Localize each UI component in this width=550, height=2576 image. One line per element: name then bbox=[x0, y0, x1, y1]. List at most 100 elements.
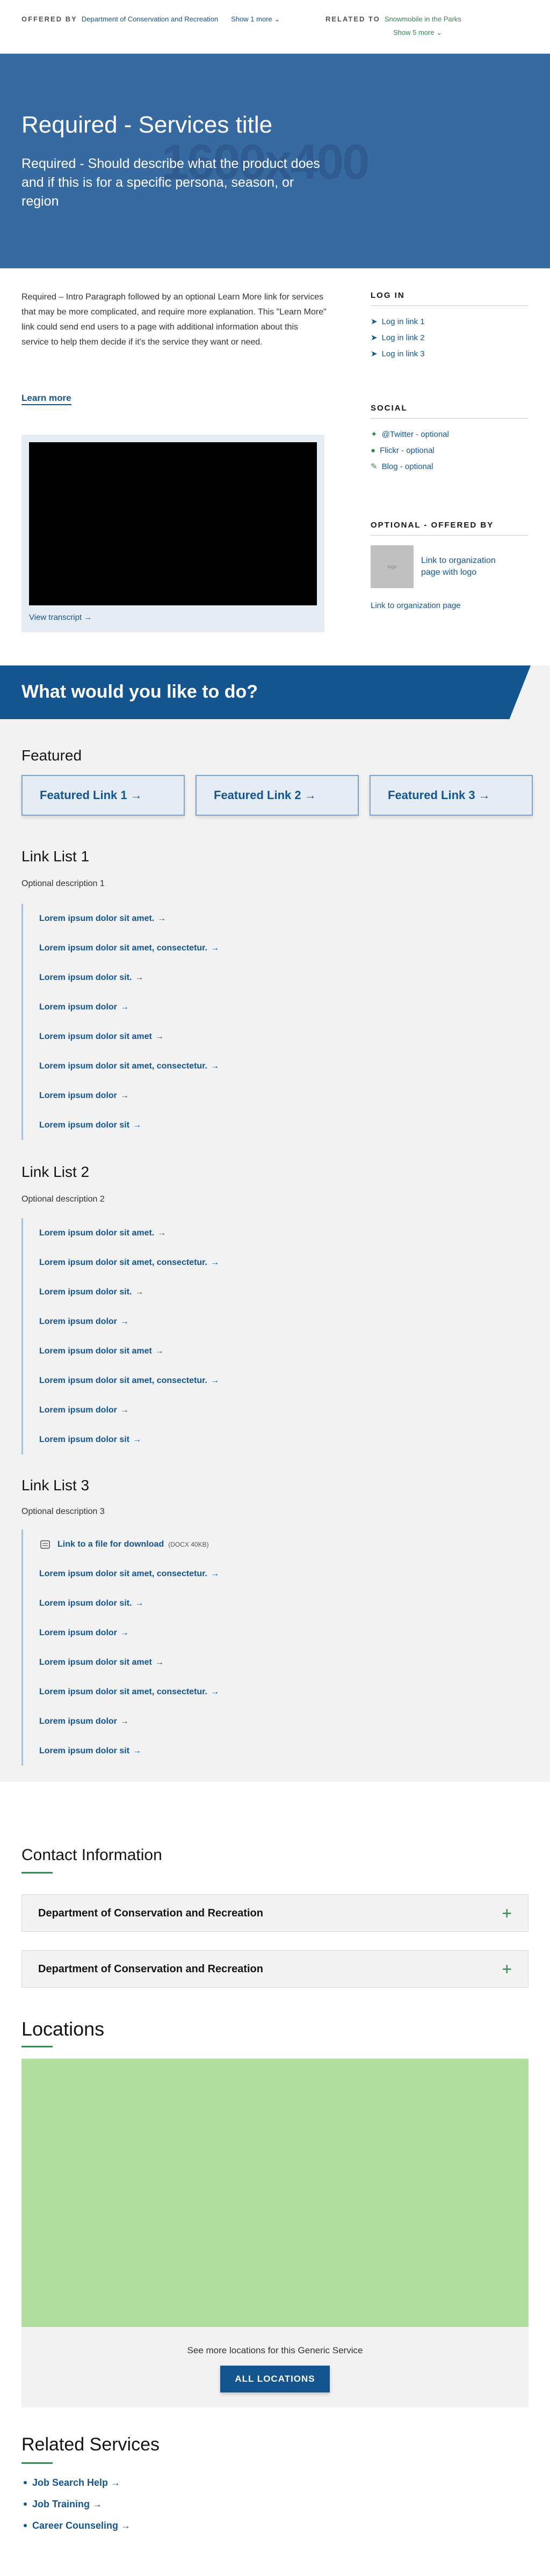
file-download-link[interactable]: Link to a file for download (DOCX 40KB) bbox=[39, 1529, 219, 1559]
link-list-3: Link to a file for download (DOCX 40KB) … bbox=[21, 1529, 219, 1766]
contact-accordion-1[interactable]: Department of Conservation and Recreatio… bbox=[21, 1894, 529, 1932]
org-link[interactable]: Link to organization page with logo bbox=[421, 555, 507, 579]
offered-by-link[interactable]: Department of Conservation and Recreatio… bbox=[82, 15, 218, 23]
file-download-label: Link to a file for download bbox=[57, 1539, 164, 1549]
all-locations-button[interactable]: ALL LOCATIONS bbox=[220, 2366, 330, 2392]
list-item[interactable]: Lorem ipsum dolor sit amet → bbox=[39, 1022, 219, 1051]
related-item-label: Career Counseling bbox=[32, 2520, 119, 2531]
arrow-right-icon: → bbox=[210, 1061, 219, 1071]
arrow-right-icon: → bbox=[210, 1687, 219, 1696]
blog-link[interactable]: ✎ Blog - optional bbox=[371, 458, 529, 474]
login-link-3[interactable]: ➤ Log in link 3 bbox=[371, 346, 529, 362]
flickr-link[interactable]: ● Flickr - optional bbox=[371, 442, 529, 458]
arrow-right-icon: → bbox=[210, 943, 219, 953]
list-item[interactable]: Lorem ipsum dolor sit → bbox=[39, 1110, 219, 1140]
offered-heading: OPTIONAL - OFFERED BY bbox=[371, 521, 529, 536]
list-item[interactable]: Lorem ipsum dolor sit → bbox=[39, 1736, 219, 1766]
twitter-link[interactable]: ✦ @Twitter - optional bbox=[371, 426, 529, 442]
arrow-right-icon: → bbox=[120, 1716, 129, 1726]
arrow-right-icon: → bbox=[130, 788, 142, 802]
list-item[interactable]: Lorem ipsum dolor sit amet, consectetur.… bbox=[39, 1559, 219, 1589]
link-list-1: Lorem ipsum dolor sit amet. → Lorem ipsum… bbox=[21, 904, 219, 1140]
arrow-right-icon: → bbox=[155, 1657, 164, 1667]
arrow-right-icon: → bbox=[84, 613, 92, 622]
arrow-right-icon: → bbox=[133, 1435, 142, 1444]
arrow-right-icon: → bbox=[133, 1746, 142, 1755]
list-item[interactable]: Lorem ipsum dolor → bbox=[39, 1307, 219, 1336]
chevron-down-icon: ⌄ bbox=[436, 28, 443, 36]
arrow-right-icon: → bbox=[120, 1091, 129, 1100]
link-list-3-title: Link List 3 bbox=[21, 1477, 90, 1494]
related-show-more[interactable]: Show 5 more ⌄ bbox=[393, 28, 442, 36]
related-item[interactable]: Job Training → bbox=[23, 2493, 131, 2515]
actions-heading: What would you like to do? bbox=[21, 682, 258, 702]
list-item[interactable]: Lorem ipsum dolor sit amet, consectetur.… bbox=[39, 1677, 219, 1707]
featured-heading: Featured bbox=[21, 747, 82, 764]
plus-icon: + bbox=[502, 1903, 512, 1923]
list-item[interactable]: Lorem ipsum dolor sit amet. → bbox=[39, 1218, 219, 1248]
login-heading: LOG IN bbox=[371, 291, 529, 306]
list-item[interactable]: Lorem ipsum dolor sit amet → bbox=[39, 1336, 219, 1366]
list-item[interactable]: Lorem ipsum dolor sit amet, consectetur.… bbox=[39, 933, 219, 963]
offered-by: OFFERED BY Department of Conservation an… bbox=[21, 15, 280, 24]
plus-icon: + bbox=[502, 1959, 512, 1979]
file-icon bbox=[40, 1540, 50, 1549]
arrow-right-icon: → bbox=[157, 1228, 167, 1238]
related-to-link[interactable]: Snowmobile in the Parks bbox=[385, 15, 461, 23]
video-player[interactable] bbox=[29, 442, 317, 605]
arrow-right-icon: → bbox=[120, 1628, 129, 1637]
view-transcript-label: View transcript bbox=[29, 613, 82, 622]
featured-link-2[interactable]: Featured Link 2 → bbox=[196, 775, 359, 816]
related-item[interactable]: Career Counseling → bbox=[23, 2515, 131, 2536]
list-item[interactable]: Lorem ipsum dolor sit amet → bbox=[39, 1648, 219, 1677]
related-item[interactable]: Job Search Help → bbox=[23, 2472, 131, 2493]
offered-show-more-label: Show 1 more bbox=[231, 15, 272, 23]
offered-show-more[interactable]: Show 1 more ⌄ bbox=[231, 15, 280, 24]
list-item[interactable]: Lorem ipsum dolor sit amet, consectetur.… bbox=[39, 1051, 219, 1081]
list-item[interactable]: Lorem ipsum dolor sit amet, consectetur.… bbox=[39, 1248, 219, 1277]
view-transcript-link[interactable]: View transcript → bbox=[29, 613, 92, 622]
related-heading: Related Services bbox=[21, 2434, 160, 2455]
list-item[interactable]: Lorem ipsum dolor sit → bbox=[39, 1425, 219, 1454]
list-item[interactable]: Lorem ipsum dolor → bbox=[39, 992, 219, 1022]
related-to-label: RELATED TO bbox=[325, 15, 380, 23]
login-link-1[interactable]: ➤ Log in link 1 bbox=[371, 313, 529, 330]
list-item[interactable]: Lorem ipsum dolor → bbox=[39, 1081, 219, 1110]
featured-link-1[interactable]: Featured Link 1 → bbox=[21, 775, 185, 816]
login-panel: LOG IN ➤ Log in link 1 ➤ Log in link 2 ➤ Lo… bbox=[371, 291, 529, 362]
list-item[interactable]: Lorem ipsum dolor sit amet, consectetur.… bbox=[39, 1366, 219, 1395]
list-item[interactable]: Lorem ipsum dolor → bbox=[39, 1618, 219, 1648]
list-item[interactable]: Lorem ipsum dolor sit amet. → bbox=[39, 904, 219, 933]
list-item[interactable]: Lorem ipsum dolor sit. → bbox=[39, 963, 219, 992]
arrow-right-icon: → bbox=[111, 2477, 121, 2488]
featured-links: Featured Link 1 → Featured Link 2 → Featur… bbox=[21, 775, 533, 816]
org-card[interactable]: logo Link to organization page with logo bbox=[371, 545, 529, 588]
contact-accordion-label: Department of Conservation and Recreatio… bbox=[38, 1963, 263, 1975]
twitter-icon: ✦ bbox=[371, 430, 378, 439]
link-list-1-title: Link List 1 bbox=[21, 848, 90, 865]
intro-paragraph: Required – Intro Paragraph followed by a… bbox=[21, 292, 327, 347]
actions-section: What would you like to do? Featured Feat… bbox=[0, 665, 550, 1782]
learn-more-link[interactable]: Learn more bbox=[21, 393, 71, 405]
list-item[interactable]: Lorem ipsum dolor sit. → bbox=[39, 1277, 219, 1307]
arrow-right-icon: → bbox=[135, 972, 144, 982]
arrow-right-icon: → bbox=[210, 1569, 219, 1578]
page-subtitle: Required - Should describe what the prod… bbox=[21, 156, 320, 209]
org-page-link[interactable]: Link to organization page bbox=[371, 601, 461, 610]
login-link-2[interactable]: ➤ Log in link 2 bbox=[371, 330, 529, 346]
offered-panel: OPTIONAL - OFFERED BY logo Link to organ… bbox=[371, 521, 529, 610]
login-icon: ➤ bbox=[371, 333, 378, 342]
related-item-label: Job Training bbox=[32, 2498, 90, 2509]
related-item-label: Job Search Help bbox=[32, 2477, 108, 2488]
arrow-right-icon: → bbox=[304, 788, 316, 802]
list-item[interactable]: Lorem ipsum dolor → bbox=[39, 1395, 219, 1425]
featured-link-3[interactable]: Featured Link 3 → bbox=[370, 775, 533, 816]
list-item[interactable]: Lorem ipsum dolor → bbox=[39, 1707, 219, 1736]
social-heading: SOCIAL bbox=[371, 404, 529, 419]
contact-accordion-2[interactable]: Department of Conservation and Recreatio… bbox=[21, 1950, 529, 1988]
locations-map[interactable] bbox=[21, 2059, 529, 2327]
list-item[interactable]: Lorem ipsum dolor sit. → bbox=[39, 1589, 219, 1618]
arrow-right-icon: → bbox=[155, 1031, 164, 1041]
locations-footer: See more locations for this Generic Serv… bbox=[21, 2327, 529, 2407]
link-list-1-desc: Optional description 1 bbox=[21, 879, 105, 888]
